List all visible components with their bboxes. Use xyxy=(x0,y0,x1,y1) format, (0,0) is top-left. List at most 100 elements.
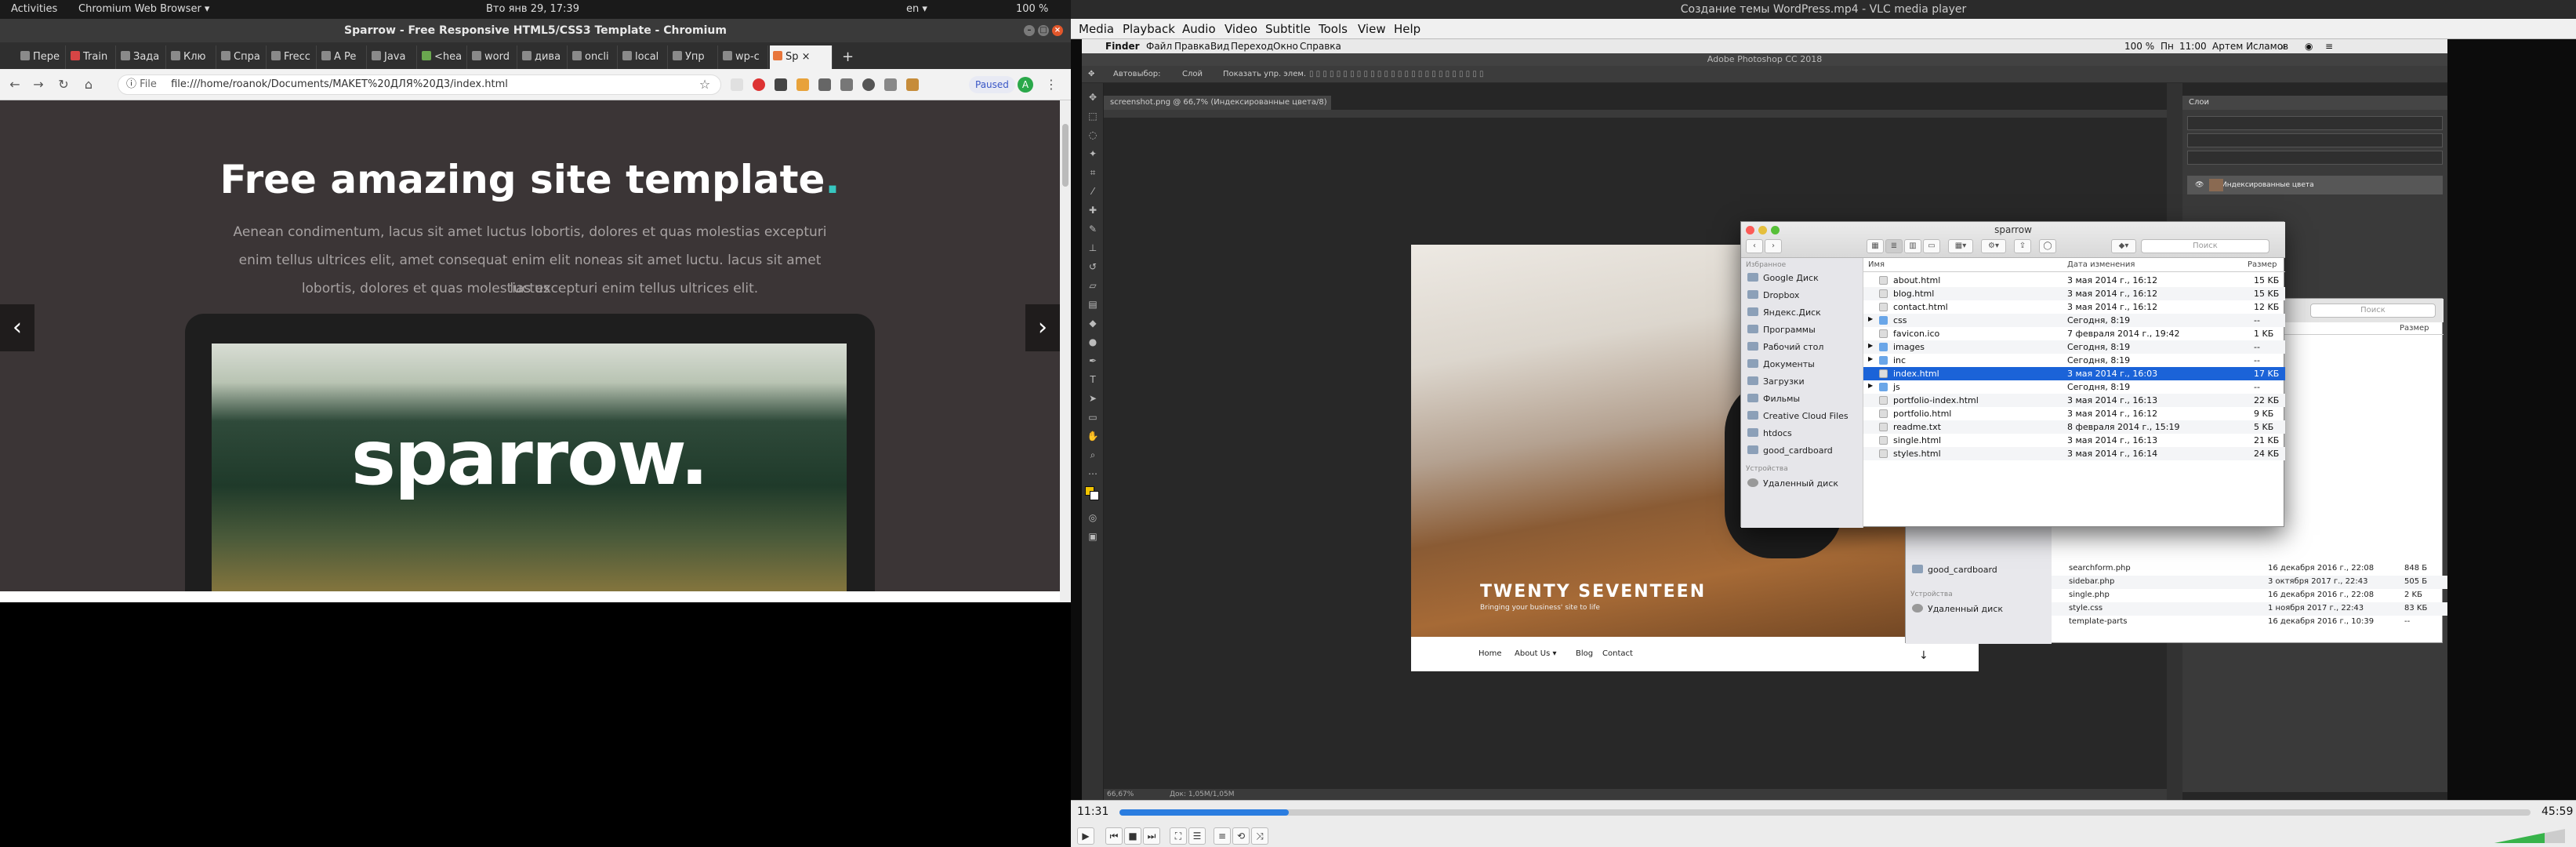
address-bar[interactable]: ⓘ File file:///home/roanok/Documents/MAK… xyxy=(118,75,721,95)
video-frame[interactable]: Finder Файл Правка Вид Переход Окно Спра… xyxy=(1082,39,2447,800)
html-file-icon xyxy=(1879,409,1888,418)
extension-icon[interactable] xyxy=(731,78,743,91)
grid-extension-icon[interactable] xyxy=(818,78,831,91)
disc-icon xyxy=(1747,478,1758,487)
scrollbar-thumb[interactable] xyxy=(1062,124,1068,187)
bookmark-star-icon[interactable]: ☆ xyxy=(696,76,713,93)
maximize-button[interactable]: □ xyxy=(1038,25,1049,36)
finder2-size-column: Размер xyxy=(2400,324,2429,333)
back-arrow-icon[interactable]: ← xyxy=(6,76,24,93)
sidebar-item-desktop: Рабочий стол xyxy=(1747,340,1859,355)
extension-icon[interactable] xyxy=(796,78,809,91)
shuffle-icon[interactable]: ⤨ xyxy=(1251,827,1268,845)
loop-icon[interactable]: ⟲ xyxy=(1232,827,1250,845)
language-indicator[interactable]: en ▾ xyxy=(906,3,927,15)
laptop-screen-image: sparrow. xyxy=(212,344,847,602)
stop-icon[interactable]: ■ xyxy=(1124,827,1141,845)
menu-media[interactable]: Media xyxy=(1079,22,1114,36)
seek-bar[interactable] xyxy=(1119,809,2531,816)
slider-prev-arrow-icon[interactable]: ‹ xyxy=(0,304,34,351)
seek-bar-fill xyxy=(1119,809,1289,816)
menu-subtitle[interactable]: Subtitle xyxy=(1265,22,1311,36)
background-color-swatch xyxy=(1090,491,1099,500)
forward-arrow-icon[interactable]: → xyxy=(30,76,47,93)
menu-view[interactable]: View xyxy=(1358,22,1386,36)
extended-settings-icon[interactable]: ☰ xyxy=(1188,827,1206,845)
extension-icon[interactable] xyxy=(840,78,853,91)
folder-icon xyxy=(1879,383,1888,391)
menu-video[interactable]: Video xyxy=(1225,22,1257,36)
blend-mode-row xyxy=(2187,133,2443,147)
disclosure-triangle-icon: ▶ xyxy=(1868,342,1874,349)
finder2-device-item: Удаленный диск xyxy=(1912,602,2023,617)
info-icon[interactable]: ⓘ xyxy=(126,78,136,90)
browser-tab[interactable]: дива xyxy=(519,45,568,69)
volume-slider[interactable] xyxy=(2494,829,2565,843)
close-button[interactable]: × xyxy=(1052,25,1063,36)
photoshop-title-bar: Adobe Photoshop CC 2018 xyxy=(1082,53,2447,66)
date-column: Дата изменения xyxy=(2067,260,2135,269)
movies-icon xyxy=(1747,394,1758,402)
next-icon[interactable]: ⏭ xyxy=(1143,827,1160,845)
browser-tab[interactable]: Train xyxy=(67,45,116,69)
home-icon[interactable]: ⌂ xyxy=(80,76,97,93)
menu-playback[interactable]: Playback xyxy=(1123,22,1175,36)
eraser-tool-icon: ▱ xyxy=(1089,280,1097,291)
browser-tab[interactable]: oncli xyxy=(569,45,618,69)
browser-tab[interactable]: word xyxy=(469,45,517,69)
sidebar-item-good-cardboard: good_cardboard xyxy=(1747,443,1859,459)
slider-next-arrow-icon[interactable]: › xyxy=(1025,304,1060,351)
clock[interactable]: Вто янв 29, 17:39 xyxy=(486,3,579,15)
browser-tab[interactable]: Зада xyxy=(118,45,166,69)
tab-favicon-icon xyxy=(522,51,532,60)
devices-head: Устройства xyxy=(1746,465,1788,473)
html-file-icon xyxy=(1879,449,1888,458)
tab-close-icon[interactable]: × xyxy=(802,51,811,63)
new-tab-button[interactable]: + xyxy=(839,45,862,69)
browser-tab[interactable]: local xyxy=(619,45,668,69)
group-by-icon: ▦▾ xyxy=(1948,239,1973,253)
stamp-tool-icon: ⊥ xyxy=(1088,242,1098,253)
app-menu[interactable]: Chromium Web Browser ▾ xyxy=(78,3,209,15)
pocket-icon[interactable] xyxy=(775,78,787,91)
favorites-head: Избранное xyxy=(1746,261,1787,269)
playlist-icon[interactable]: ≡ xyxy=(1214,827,1231,845)
browser-tab[interactable]: A Pe xyxy=(318,45,367,69)
menu-help[interactable]: Help xyxy=(1394,22,1420,36)
tab-favicon-icon xyxy=(673,51,682,60)
sync-paused-button[interactable]: Paused xyxy=(969,76,1015,93)
extension-icon[interactable] xyxy=(906,78,919,91)
browser-tab[interactable]: Спра xyxy=(218,45,267,69)
browser-tab-active[interactable]: Sp × xyxy=(770,45,833,69)
html-file-icon xyxy=(1879,276,1888,285)
page-scrollbar[interactable] xyxy=(1060,100,1071,602)
hand-tool-icon: ✋ xyxy=(1087,431,1099,442)
activities-button[interactable]: Activities xyxy=(11,3,57,15)
browser-tab[interactable]: Клю xyxy=(168,45,216,69)
history-brush-tool-icon: ↺ xyxy=(1088,261,1098,272)
extension-icon[interactable] xyxy=(862,78,875,91)
photoshop-options-bar: ✥ Автовыбор: Слой Показать упр. элем. ▯ … xyxy=(1082,66,2447,83)
fullscreen-icon[interactable]: ⛶ xyxy=(1170,827,1187,845)
previous-icon[interactable]: ⏮ xyxy=(1105,827,1123,845)
profile-avatar[interactable]: A xyxy=(1018,77,1033,93)
browser-tab[interactable]: Frecc xyxy=(268,45,317,69)
reload-icon[interactable]: ↻ xyxy=(55,76,72,93)
documents-icon xyxy=(1747,359,1758,368)
menu-kebab-icon[interactable]: ⋮ xyxy=(1043,76,1060,93)
mac-menu-item: Переход xyxy=(1231,41,1274,52)
opera-extension-icon[interactable] xyxy=(753,78,765,91)
battery-indicator[interactable]: 100 % xyxy=(1016,3,1048,15)
menu-audio[interactable]: Audio xyxy=(1182,22,1216,36)
browser-tab[interactable]: wp-c xyxy=(720,45,768,69)
extension-icon[interactable] xyxy=(884,78,897,91)
browser-tab[interactable]: Пере xyxy=(17,45,66,69)
play-icon[interactable]: ▶ xyxy=(1077,827,1094,845)
browser-tab[interactable]: Упр xyxy=(669,45,718,69)
browser-tab[interactable]: Java xyxy=(368,45,417,69)
finder2-devices-head: Устройства xyxy=(1910,591,1953,598)
menu-tools[interactable]: Tools xyxy=(1319,22,1348,36)
mac-menu-item: Окно xyxy=(1273,41,1298,52)
minimize-button[interactable]: – xyxy=(1024,25,1035,36)
browser-tab[interactable]: <hea xyxy=(419,45,467,69)
